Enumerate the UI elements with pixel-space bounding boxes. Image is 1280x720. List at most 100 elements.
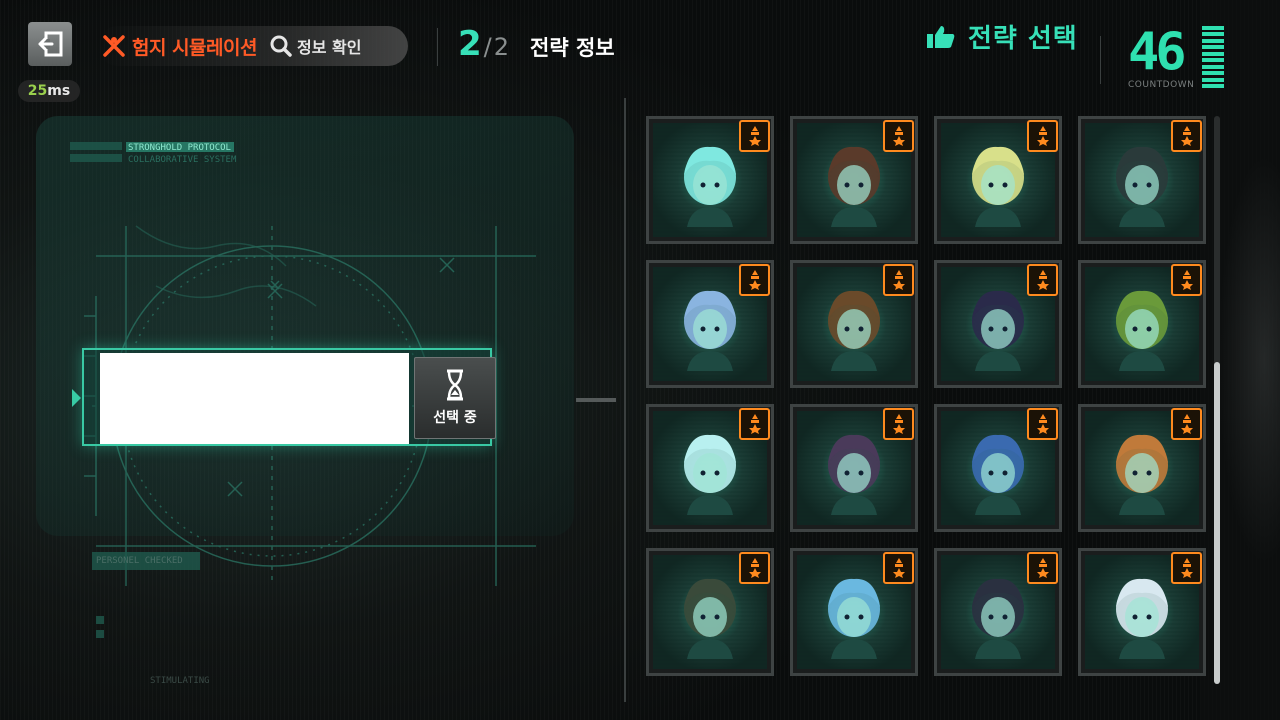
- selecting-label: 선택 중: [433, 410, 477, 426]
- character-portrait: [684, 579, 736, 660]
- rank-badge: [1171, 120, 1202, 152]
- character-card[interactable]: [646, 260, 774, 388]
- strategy-select-label: 전략 선택: [968, 24, 1078, 54]
- character-card[interactable]: [1078, 116, 1206, 244]
- ping-indicator: 25ms: [18, 80, 80, 102]
- rank-icon: [1180, 414, 1193, 434]
- map-label-protocol: STRONGHOLD PROTOCOL: [128, 143, 231, 153]
- character-card[interactable]: [646, 548, 774, 676]
- character-portrait: [828, 291, 880, 372]
- rank-badge: [1027, 120, 1058, 152]
- crossed-swords-icon: [103, 35, 125, 57]
- character-card[interactable]: [790, 548, 918, 676]
- character-portrait: [972, 435, 1024, 516]
- exit-icon: [38, 31, 63, 57]
- character-card[interactable]: [790, 260, 918, 388]
- rank-icon: [892, 558, 905, 578]
- rank-badge: [883, 120, 914, 152]
- grid-connector: [576, 398, 616, 402]
- countdown-timer: 46 COUNTDOWN: [1128, 24, 1224, 90]
- ping-value: 25: [27, 83, 48, 99]
- simulation-title: 험지 시뮬레이션: [132, 36, 257, 59]
- character-portrait: [1116, 579, 1168, 660]
- rank-icon: [1036, 126, 1049, 146]
- rank-badge: [1027, 408, 1058, 440]
- ping-unit: ms: [47, 83, 71, 99]
- character-portrait: [1116, 435, 1168, 516]
- character-card[interactable]: [790, 116, 918, 244]
- character-portrait: [972, 147, 1024, 228]
- character-card[interactable]: [934, 260, 1062, 388]
- player-arrow-icon: [72, 389, 81, 407]
- character-card[interactable]: [646, 404, 774, 532]
- character-portrait: [828, 147, 880, 228]
- rank-badge: [1027, 552, 1058, 584]
- player-slot: 선택 중: [68, 334, 540, 462]
- rank-icon: [1180, 270, 1193, 290]
- rank-badge: [883, 552, 914, 584]
- step-indicator: 2 / 2: [458, 24, 509, 64]
- rank-badge: [739, 120, 770, 152]
- character-portrait: [972, 291, 1024, 372]
- search-icon: [270, 35, 292, 57]
- character-card[interactable]: [1078, 404, 1206, 532]
- rank-badge: [883, 264, 914, 296]
- simulation-bar: 험지 시뮬레이션 정보 확인: [98, 26, 408, 66]
- rank-badge: [1171, 264, 1202, 296]
- rank-badge: [739, 408, 770, 440]
- character-card[interactable]: [790, 404, 918, 532]
- map-label-stimulating: STIMULATING: [150, 676, 210, 686]
- rank-icon: [1180, 126, 1193, 146]
- rank-icon: [892, 126, 905, 146]
- rank-icon: [748, 558, 761, 578]
- map-label-system: COLLABORATIVE SYSTEM: [128, 155, 237, 165]
- rank-icon: [892, 270, 905, 290]
- rank-icon: [1036, 414, 1049, 434]
- exit-button[interactable]: [28, 22, 72, 66]
- countdown-label: COUNTDOWN: [1128, 80, 1195, 90]
- rank-icon: [748, 126, 761, 146]
- rank-badge: [1171, 552, 1202, 584]
- character-card[interactable]: [646, 116, 774, 244]
- thumbs-up-icon: [927, 25, 955, 48]
- character-portrait: [684, 147, 736, 228]
- header-divider: [437, 28, 438, 66]
- rank-icon: [1036, 558, 1049, 578]
- character-portrait: [1116, 147, 1168, 228]
- character-portrait: [828, 435, 880, 516]
- player-name-box: [100, 353, 409, 444]
- countdown-bars: [1202, 26, 1224, 88]
- character-card[interactable]: [934, 404, 1062, 532]
- selecting-status: 선택 중: [414, 357, 496, 439]
- rank-badge: [1171, 408, 1202, 440]
- rank-icon: [1036, 270, 1049, 290]
- rank-badge: [883, 408, 914, 440]
- character-portrait: [684, 435, 736, 516]
- character-portrait: [684, 291, 736, 372]
- character-portrait: [828, 579, 880, 660]
- strategy-select-header: 전략 선택: [926, 18, 1078, 55]
- rank-icon: [748, 414, 761, 434]
- character-card[interactable]: [934, 116, 1062, 244]
- info-check-label: 정보 확인: [296, 38, 362, 57]
- map-label-personel: PERSONEL CHECKED: [96, 556, 183, 566]
- rank-badge: [739, 264, 770, 296]
- character-card[interactable]: [1078, 260, 1206, 388]
- rank-icon: [892, 414, 905, 434]
- hourglass-icon: [447, 369, 463, 401]
- character-card[interactable]: [1078, 548, 1206, 676]
- step-label: 전략 정보: [530, 36, 615, 60]
- grid-scrollbar-thumb[interactable]: [1214, 362, 1220, 684]
- character-portrait: [972, 579, 1024, 660]
- rank-icon: [1180, 558, 1193, 578]
- character-grid: [646, 116, 1206, 696]
- character-portrait: [1116, 291, 1168, 372]
- countdown-divider: [1100, 36, 1101, 84]
- rank-badge: [739, 552, 770, 584]
- step-separator: /: [483, 33, 492, 61]
- countdown-value: 46: [1128, 22, 1187, 82]
- info-check-button[interactable]: 정보 확인: [269, 28, 375, 64]
- step-total: 2: [493, 33, 510, 61]
- step-current: 2: [458, 24, 482, 64]
- character-card[interactable]: [934, 548, 1062, 676]
